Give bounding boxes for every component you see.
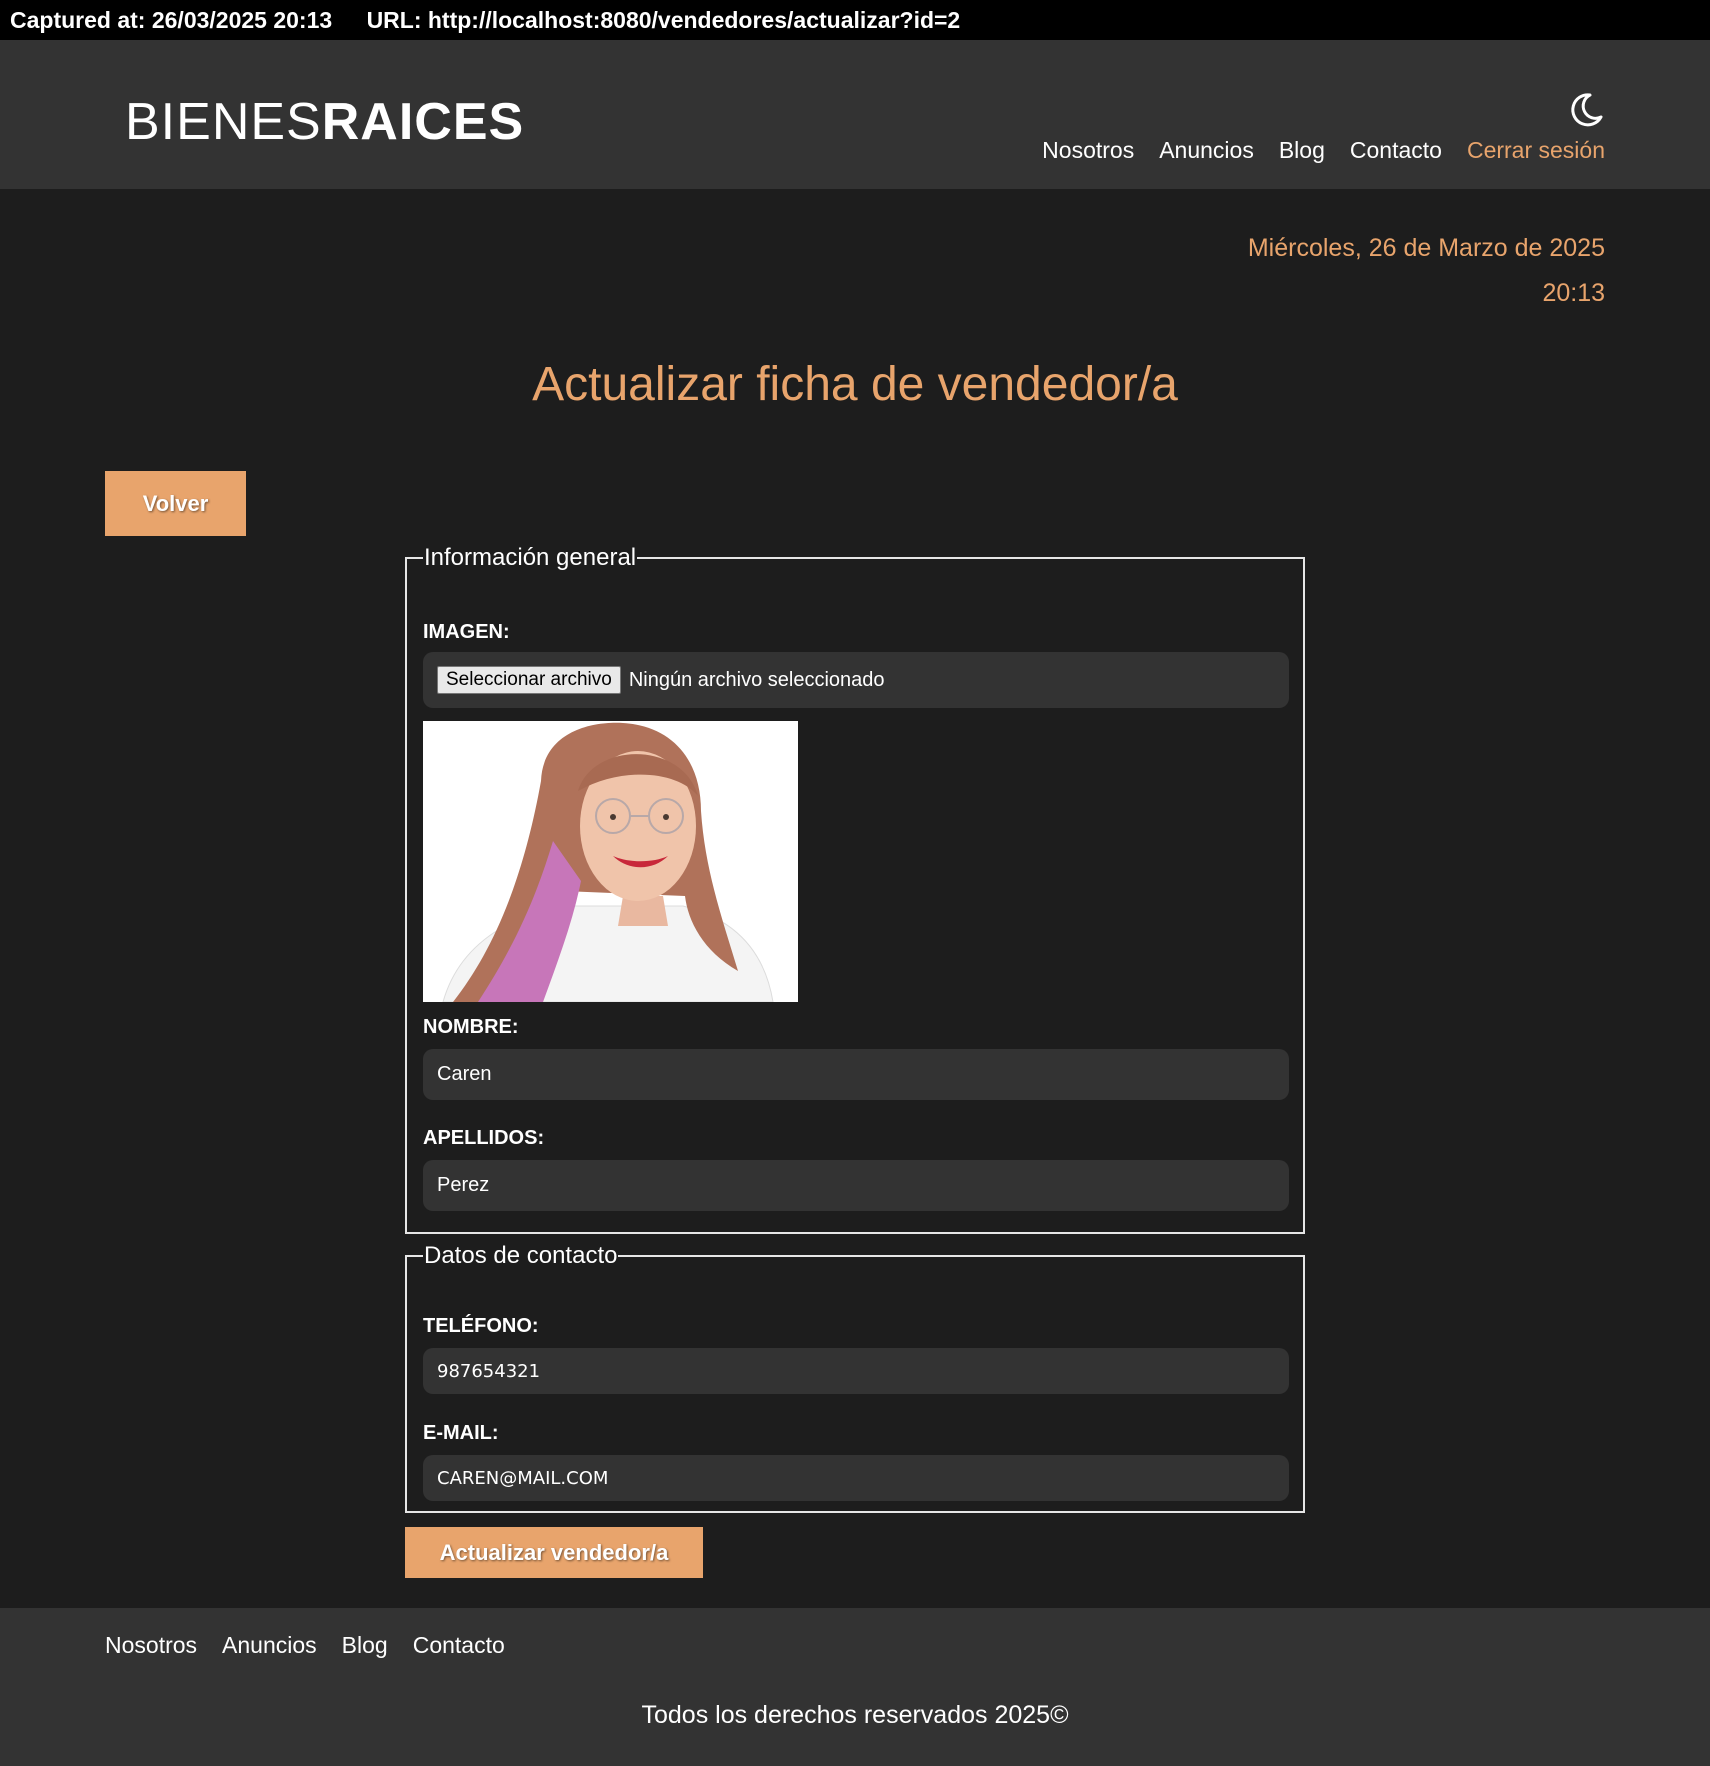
moon-icon[interactable] — [1566, 90, 1606, 130]
apellidos-label: APELLIDOS: — [423, 1127, 545, 1149]
email-input[interactable] — [423, 1455, 1289, 1501]
nav-blog[interactable]: Blog — [1279, 137, 1325, 164]
footer-nav-nosotros[interactable]: Nosotros — [105, 1632, 197, 1659]
fieldset-general: Información general IMAGEN: Seleccionar … — [405, 544, 1305, 1234]
nombre-label: NOMBRE: — [423, 1016, 519, 1038]
legend-contact: Datos de contacto — [424, 1242, 618, 1269]
vendor-photo — [423, 721, 798, 1002]
page-title: Actualizar ficha de vendedor/a — [532, 358, 1178, 411]
file-status-text: Ningún archivo seleccionado — [628, 668, 885, 691]
nav-cerrar-sesion[interactable]: Cerrar sesión — [1467, 137, 1605, 164]
volver-button[interactable]: Volver — [105, 471, 246, 536]
telefono-label: TELÉFONO: — [423, 1315, 539, 1337]
imagen-file-input[interactable]: Seleccionar archivo Ningún archivo selec… — [423, 652, 1289, 708]
logo[interactable]: BIENESRAICES — [125, 96, 524, 148]
site-footer: Nosotros Anuncios Blog Contacto Todos lo… — [0, 1608, 1710, 1766]
captured-url-text: URL: http://localhost:8080/vendedores/ac… — [366, 7, 961, 33]
actualizar-vendedor-button[interactable]: Actualizar vendedor/a — [405, 1527, 703, 1578]
vendor-photo-image — [423, 721, 798, 1002]
footer-nav-contacto[interactable]: Contacto — [413, 1632, 505, 1659]
datetime-block: Miércoles, 26 de Marzo de 2025 20:13 — [1248, 226, 1605, 316]
nav-nosotros[interactable]: Nosotros — [1042, 137, 1134, 164]
nav-anuncios[interactable]: Anuncios — [1159, 137, 1254, 164]
site-header: BIENESRAICES Nosotros Anuncios Blog Cont… — [0, 40, 1710, 189]
fieldset-contact: Datos de contacto TELÉFONO: E-MAIL: — [405, 1242, 1305, 1513]
telefono-input[interactable] — [423, 1348, 1289, 1394]
main-nav: Nosotros Anuncios Blog Contacto Cerrar s… — [1042, 137, 1605, 164]
footer-nav-blog[interactable]: Blog — [342, 1632, 388, 1659]
select-file-button[interactable]: Seleccionar archivo — [437, 666, 621, 694]
legend-general: Información general — [424, 544, 637, 571]
footer-nav-anuncios[interactable]: Anuncios — [222, 1632, 317, 1659]
email-label: E-MAIL: — [423, 1422, 499, 1444]
imagen-label: IMAGEN: — [423, 621, 510, 643]
copyright-text: Todos los derechos reservados 2025© — [641, 1701, 1069, 1729]
logo-bold-text: RAICES — [321, 93, 525, 151]
nombre-input[interactable] — [423, 1049, 1289, 1100]
current-time: 20:13 — [1542, 279, 1605, 307]
footer-nav: Nosotros Anuncios Blog Contacto — [105, 1632, 505, 1659]
capture-bar: Captured at: 26/03/2025 20:13 URL: http:… — [0, 0, 1710, 40]
nav-contacto[interactable]: Contacto — [1350, 137, 1442, 164]
captured-at-text: Captured at: 26/03/2025 20:13 — [10, 7, 333, 33]
current-date: Miércoles, 26 de Marzo de 2025 — [1247, 234, 1605, 262]
logo-light-text: BIENES — [125, 93, 322, 151]
apellidos-input[interactable] — [423, 1160, 1289, 1211]
